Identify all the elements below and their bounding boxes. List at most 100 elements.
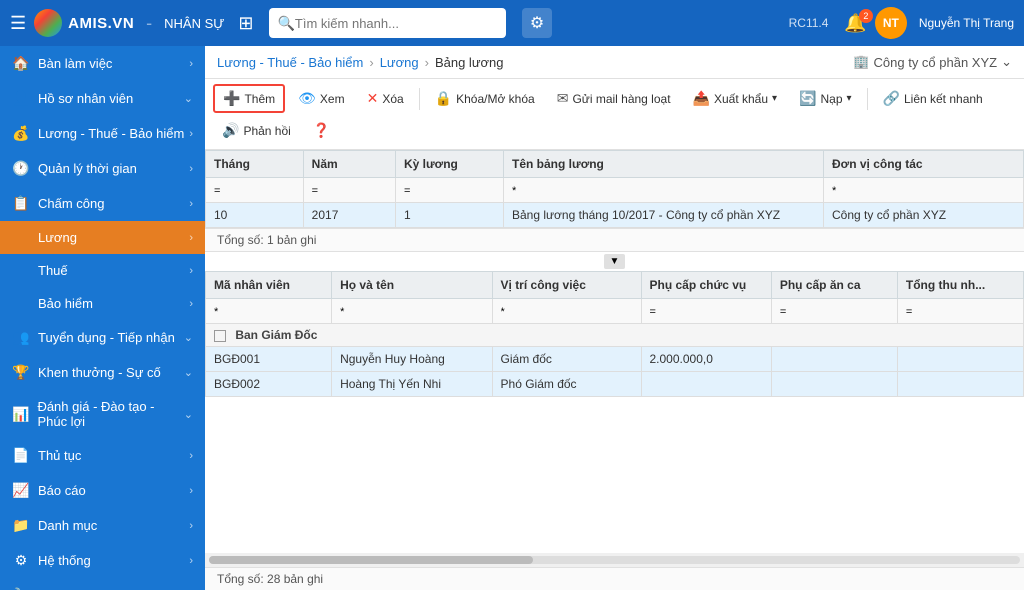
app-version: RC11.4 [789, 16, 829, 30]
chevron-right-icon: › [189, 555, 193, 567]
sidebar-item-luong-thue-bao-hiem[interactable]: 💰 Lương - Thuế - Bảo hiểm › [0, 116, 205, 151]
sidebar-label: Bàn làm việc [38, 56, 112, 71]
cell-ten-bang-luong: Bảng lương tháng 10/2017 - Công ty cổ ph… [504, 203, 824, 228]
search-input[interactable] [295, 16, 498, 31]
filter-don-vi[interactable] [832, 185, 1015, 197]
filter-ma-nv[interactable] [214, 306, 323, 318]
sidebar-item-tien-ich[interactable]: 🔧 Tiện ích ⌄ [0, 578, 205, 590]
breadcrumb-current: Bảng lương [435, 55, 504, 70]
cell-ky-luong: 1 [395, 203, 503, 228]
chevron-down-icon: ⌄ [184, 331, 193, 344]
phan-hoi-button[interactable]: 🔊 Phản hồi [213, 117, 300, 144]
filter-tong[interactable] [906, 306, 1015, 318]
clock-icon: 🕐 [12, 160, 30, 177]
catalog-icon: 📁 [12, 517, 30, 534]
chevron-right-icon: › [189, 450, 193, 462]
help-button[interactable]: ❓ [304, 117, 339, 144]
col-phu-cap-ac: Phụ cấp ăn ca [771, 272, 897, 299]
sidebar-item-ho-so-nhan-vien[interactable]: 👤 Hồ sơ nhân viên ⌄ [0, 81, 205, 116]
sidebar-item-ban-lam-viec[interactable]: 🏠 Bàn làm việc › [0, 46, 205, 81]
sidebar-label: Khen thưởng - Sự cố [38, 365, 161, 380]
filter-phu-cap-cv[interactable] [650, 306, 763, 318]
logo-ball [34, 9, 62, 37]
lower-header-row: Mã nhân viên Họ và tên Vị trí công việc … [206, 272, 1024, 299]
cell-vitri-bgd001: Giám đốc [492, 347, 641, 372]
export-button[interactable]: 📤 Xuất khẩu ▾ [684, 85, 787, 112]
cell-don-vi: Công ty cổ phần XYZ [824, 203, 1024, 228]
sidebar-item-thue[interactable]: Thuế › [0, 254, 205, 287]
sidebar-item-quan-ly-thoi-gian[interactable]: 🕐 Quản lý thời gian › [0, 151, 205, 186]
them-button[interactable]: ➕ Thêm [213, 84, 285, 113]
main-layout: 🏠 Bàn làm việc › 👤 Hồ sơ nhân viên ⌄ 💰 L… [0, 46, 1024, 590]
lien-ket-button[interactable]: 🔗 Liên kết nhanh [874, 85, 992, 112]
khoa-button[interactable]: 🔒 Khóa/Mở khóa [426, 85, 544, 112]
sidebar-item-tuyen-dung[interactable]: 👥 Tuyển dụng - Tiếp nhận ⌄ [0, 320, 205, 355]
chevron-right-icon: › [189, 232, 193, 244]
col-phu-cap-cv: Phụ cấp chức vụ [641, 272, 771, 299]
xem-button[interactable]: 👁 Xem [289, 85, 353, 112]
email-button[interactable]: ✉ Gửi mail hàng loạt [548, 85, 680, 112]
filter-vi-tri[interactable] [501, 306, 633, 318]
toolbar: ➕ Thêm 👁 Xem ✕ Xóa 🔒 Khóa/Mở khóa ✉ Gửi … [205, 79, 1024, 150]
upper-table-container: Tháng Năm Kỳ lương Tên bảng lương Đơn vị… [205, 150, 1024, 228]
sidebar-label: Thuế [38, 263, 68, 278]
xem-label: Xem [320, 92, 345, 106]
sidebar-label: Đánh giá - Đào tạo - Phúc lợi [37, 399, 183, 429]
chevron-right-icon: › [189, 128, 193, 140]
avatar[interactable]: NT [875, 7, 907, 39]
sidebar-item-thu-tuc[interactable]: 📄 Thủ tục › [0, 438, 205, 473]
email-icon: ✉ [557, 90, 569, 107]
scrollbar-thumb[interactable] [209, 556, 533, 564]
them-label: Thêm [244, 92, 275, 106]
col-ho-ten: Họ và tên [332, 272, 492, 299]
sidebar-item-he-thong[interactable]: ⚙ Hệ thống › [0, 543, 205, 578]
sidebar-item-danh-gia[interactable]: 📊 Đánh giá - Đào tạo - Phúc lợi ⌄ [0, 390, 205, 438]
expand-icon[interactable]: ▼ [604, 254, 626, 269]
cell-phucapcv-bgd002 [641, 372, 771, 397]
sidebar-item-bao-cao[interactable]: 📈 Báo cáo › [0, 473, 205, 508]
sidebar-item-cham-cong[interactable]: 📋 Chấm công › [0, 186, 205, 221]
company-selector[interactable]: 🏢 Công ty cổ phần XYZ ⌄ [853, 54, 1012, 70]
notification-bell[interactable]: 🔔 2 [844, 13, 866, 34]
sidebar-item-bao-hiem[interactable]: Bảo hiểm › [0, 287, 205, 320]
hamburger-menu[interactable]: ☰ [10, 13, 26, 34]
cell-vitri-bgd002: Phó Giám đốc [492, 372, 641, 397]
filter-phu-cap-ac[interactable] [780, 306, 889, 318]
filter-ky-luong[interactable] [404, 185, 495, 197]
chevron-right-icon: › [189, 298, 193, 310]
cell-nam: 2017 [303, 203, 395, 228]
sidebar-item-luong[interactable]: Lương › [0, 221, 205, 254]
nap-label: Nạp [821, 92, 843, 106]
filter-thang[interactable] [214, 185, 295, 197]
sidebar-label: Chấm công [38, 196, 104, 211]
group-ban-giam-doc: Ban Giám Đốc [206, 324, 1024, 347]
person-icon: 👤 [12, 90, 30, 107]
sidebar-item-khen-thuong[interactable]: 🏆 Khen thưởng - Sự cố ⌄ [0, 355, 205, 390]
nap-chevron-icon: ▾ [847, 93, 852, 104]
breadcrumb-luong-thue[interactable]: Lương - Thuế - Bảo hiểm [217, 55, 363, 70]
lower-table: Mã nhân viên Họ và tên Vị trí công việc … [205, 271, 1024, 397]
breadcrumb-luong[interactable]: Lương [380, 55, 419, 70]
lower-table-row-bgd001[interactable]: BGĐ001 Nguyễn Huy Hoàng Giám đốc 2.000.0… [206, 347, 1024, 372]
group-checkbox[interactable] [214, 330, 226, 342]
filter-nam[interactable] [312, 185, 387, 197]
upper-table-row[interactable]: 10 2017 1 Bảng lương tháng 10/2017 - Côn… [206, 203, 1024, 228]
xoa-button[interactable]: ✕ Xóa [358, 85, 413, 112]
sidebar-label: Danh mục [38, 518, 97, 533]
sidebar-label: Bảo hiểm [38, 296, 93, 311]
sidebar-item-danh-muc[interactable]: 📁 Danh mục › [0, 508, 205, 543]
eval-icon: 📊 [12, 406, 29, 423]
filter-ten[interactable] [512, 185, 815, 197]
horizontal-scrollbar[interactable] [205, 553, 1024, 567]
lower-table-row-bgd002[interactable]: BGĐ002 Hoàng Thị Yến Nhi Phó Giám đốc [206, 372, 1024, 397]
group-name: Ban Giám Đốc [235, 328, 317, 342]
sidebar-label: Thủ tục [38, 448, 81, 463]
sound-icon: 🔊 [222, 122, 239, 139]
search-icon: 🔍 [277, 15, 294, 32]
grid-icon[interactable]: ⊞ [238, 13, 253, 34]
settings-icon[interactable]: ⚙ [522, 8, 552, 38]
nap-button[interactable]: 🔄 Nạp ▾ [790, 85, 860, 112]
filter-ho-ten[interactable] [340, 306, 483, 318]
sidebar-label: Hệ thống [38, 553, 91, 568]
top-navbar: ☰ AMIS.VN - NHÂN SỰ ⊞ 🔍 ⚙ RC11.4 🔔 2 NT … [0, 0, 1024, 46]
